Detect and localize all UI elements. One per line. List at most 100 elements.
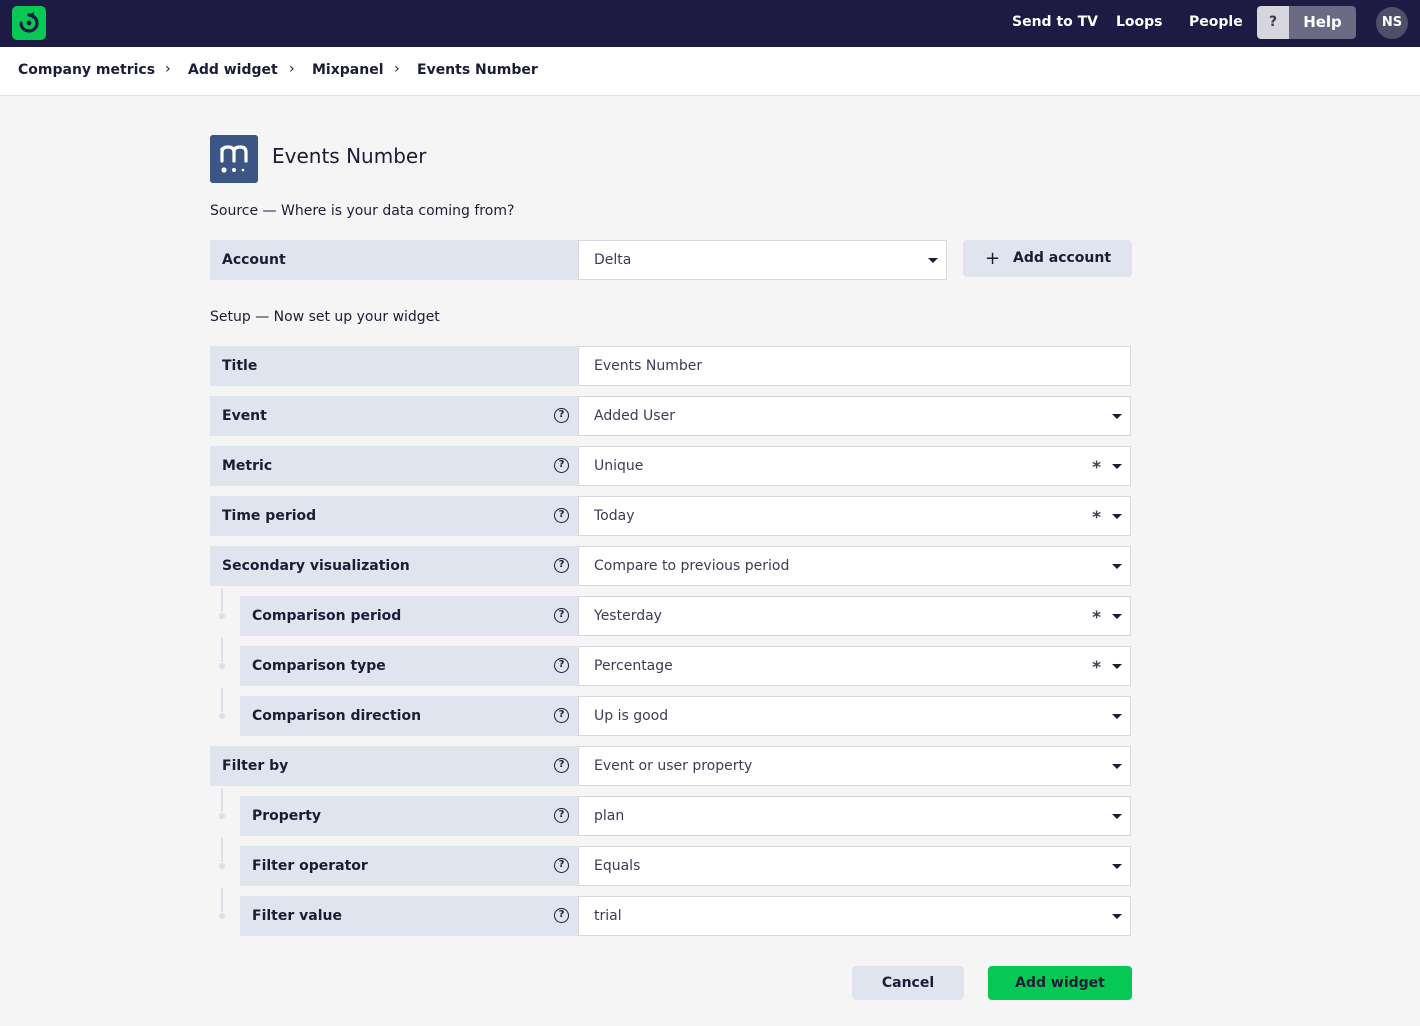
tree-connector [221,788,223,812]
tree-connector-dot [219,713,225,719]
field-label-time-period: Time period [210,496,578,536]
select-comparison-type[interactable]: Percentage * [578,646,1131,686]
tree-connector-dot [219,613,225,619]
asterisk-icon: * [1092,458,1101,478]
help-circle-icon[interactable]: ? [554,508,569,523]
select-comparison-direction[interactable]: Up is good [578,696,1131,736]
field-label-comparison-direction: Comparison direction [240,696,578,736]
chevron-down-icon [1112,514,1122,519]
help-circle-icon[interactable]: ? [554,408,569,423]
cancel-button[interactable]: Cancel [852,966,964,1000]
help-circle-icon[interactable]: ? [554,458,569,473]
top-bar: Send to TV Loops People ? Help NS [0,0,1420,47]
select-time-period[interactable]: Today * [578,496,1131,536]
help-circle-icon[interactable]: ? [554,608,569,623]
tree-connector-dot [219,913,225,919]
chevron-down-icon [1112,914,1122,919]
select-metric[interactable]: Unique * [578,446,1131,486]
field-label-filter-by: Filter by [210,746,578,786]
help-circle-icon[interactable]: ? [554,658,569,673]
chevron-down-icon [1112,814,1122,819]
avatar[interactable]: NS [1376,7,1408,39]
chevron-right-icon: › [394,61,400,77]
field-value-filter-operator: Equals [594,858,641,874]
nav-send-to-tv[interactable]: Send to TV [1012,0,1098,47]
breadcrumb-mixpanel[interactable]: Mixpanel [312,47,384,94]
chevron-down-icon [928,258,938,263]
field-value-property: plan [594,808,625,824]
breadcrumb-add-widget[interactable]: Add widget [188,47,278,94]
chevron-down-icon [1112,464,1122,469]
chevron-down-icon [1112,614,1122,619]
account-select[interactable]: Delta [578,240,947,280]
help-circle-icon[interactable]: ? [554,708,569,723]
source-heading: Source — Where is your data coming from? [210,203,515,219]
asterisk-icon: * [1092,508,1101,528]
field-value-secondary-visualization: Compare to previous period [594,558,790,574]
tree-connector [221,888,223,912]
chevron-down-icon [1112,864,1122,869]
plus-icon: + [985,248,1001,269]
chevron-down-icon [1112,714,1122,719]
select-property[interactable]: plan [578,796,1131,836]
field-label-event: Event [210,396,578,436]
select-event[interactable]: Added User [578,396,1131,436]
tree-connector [221,838,223,862]
chevron-down-icon [1112,564,1122,569]
mixpanel-logo-icon [210,135,258,183]
field-value-filter-by: Event or user property [594,758,753,774]
input-title[interactable]: Events Number [578,346,1131,386]
tree-connector-dot [219,813,225,819]
help-circle-icon[interactable]: ? [554,908,569,923]
help-circle-icon[interactable]: ? [554,758,569,773]
chevron-down-icon [1112,764,1122,769]
account-label: Account [210,240,578,280]
help-label: Help [1289,6,1356,39]
select-filter-by[interactable]: Event or user property [578,746,1131,786]
select-filter-value[interactable]: trial [578,896,1131,936]
field-value-title: Events Number [594,358,703,374]
field-label-title: Title [210,346,578,386]
field-value-comparison-period: Yesterday [594,608,662,624]
add-account-label: Add account [1013,250,1112,266]
select-filter-operator[interactable]: Equals [578,846,1131,886]
chevron-right-icon: › [165,61,171,77]
field-label-filter-value: Filter value [240,896,578,936]
breadcrumb-company-metrics[interactable]: Company metrics [18,47,155,94]
field-label-comparison-period: Comparison period [240,596,578,636]
chevron-right-icon: › [289,61,295,77]
help-button[interactable]: ? Help [1257,6,1356,39]
breadcrumb-current: Events Number [417,62,538,78]
account-value: Delta [594,252,632,268]
nav-loops[interactable]: Loops [1116,0,1163,47]
add-account-button[interactable]: + Add account [963,240,1132,277]
chevron-down-icon [1112,414,1122,419]
help-circle-icon[interactable]: ? [554,808,569,823]
field-label-filter-operator: Filter operator [240,846,578,886]
breadcrumb: Company metrics › Add widget › Mixpanel … [0,47,1420,96]
field-value-comparison-type: Percentage [594,658,673,674]
setup-heading: Setup — Now set up your widget [210,309,440,325]
question-icon: ? [1257,6,1289,39]
tree-connector [221,638,223,662]
field-label-property: Property [240,796,578,836]
asterisk-icon: * [1092,608,1101,628]
help-circle-icon[interactable]: ? [554,858,569,873]
select-comparison-period[interactable]: Yesterday * [578,596,1131,636]
field-label-secondary-visualization: Secondary visualization [210,546,578,586]
field-value-time-period: Today [594,508,635,524]
nav-people[interactable]: People [1189,0,1243,47]
add-widget-button[interactable]: Add widget [988,966,1132,1000]
tree-connector [221,688,223,712]
geckoboard-logo-icon[interactable] [12,6,46,40]
tree-connector-dot [219,863,225,869]
field-label-comparison-type: Comparison type [240,646,578,686]
field-value-filter-value: trial [594,908,622,924]
field-label-metric: Metric [210,446,578,486]
select-secondary-visualization[interactable]: Compare to previous period [578,546,1131,586]
tree-connector-dot [219,663,225,669]
asterisk-icon: * [1092,658,1101,678]
page-title: Events Number [272,144,427,168]
chevron-down-icon [1112,664,1122,669]
help-circle-icon[interactable]: ? [554,558,569,573]
